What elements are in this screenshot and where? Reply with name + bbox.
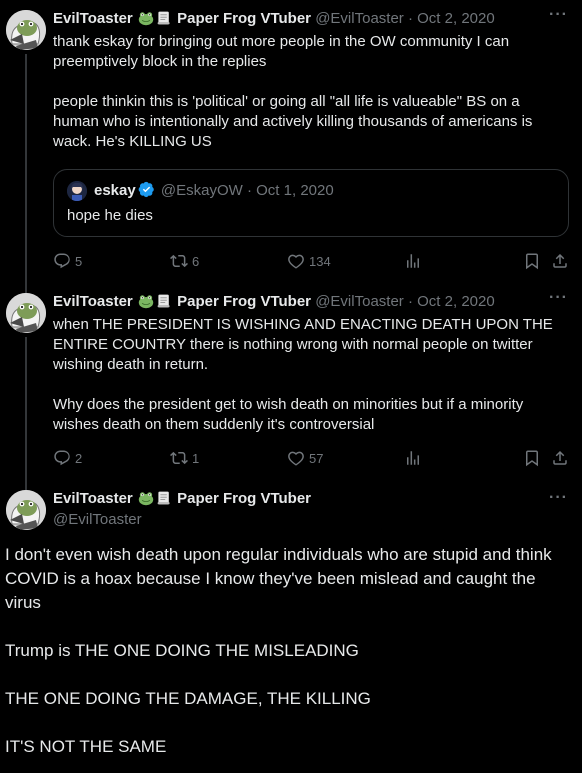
frog-emoji-icon — [138, 293, 154, 309]
bookmark-icon — [523, 252, 541, 270]
tweet-header: EvilToaster Paper Frog VTuber @EvilToast… — [53, 292, 495, 312]
like-icon — [287, 252, 305, 270]
share-icon — [551, 449, 569, 467]
tweet-text: I don't even wish death upon regular ind… — [5, 545, 552, 756]
retweet-icon — [170, 449, 188, 467]
views-icon — [404, 252, 422, 270]
tweet-text: thank eskay for bringing out more people… — [53, 33, 533, 150]
display-name[interactable]: EvilToaster — [53, 10, 133, 27]
user-handle[interactable]: @EvilToaster — [53, 510, 142, 530]
avatar[interactable] — [67, 181, 87, 201]
reply-icon — [53, 252, 71, 270]
tweet-text: when THE PRESIDENT IS WISHING AND ENACTI… — [53, 316, 553, 433]
verified-badge-icon — [138, 181, 155, 198]
views-button[interactable] — [404, 251, 422, 271]
reply-button[interactable]: 5 — [53, 251, 82, 271]
tweet-header: EvilToaster Paper Frog VTuber @EvilToast… — [53, 9, 495, 29]
avatar[interactable] — [6, 10, 46, 50]
more-icon[interactable]: ··· — [549, 6, 568, 24]
share-button[interactable] — [551, 448, 569, 468]
quote-date[interactable]: Oct 1, 2020 — [256, 182, 334, 199]
thread-line — [25, 285, 27, 293]
scroll-emoji-icon — [156, 293, 172, 309]
bookmark-icon — [523, 449, 541, 467]
quote-header: eskay @EskayOW · Oct 1, 2020 — [94, 181, 334, 201]
share-icon — [551, 252, 569, 270]
quote-display-name[interactable]: eskay — [94, 182, 136, 199]
user-handle[interactable]: @EvilToaster — [315, 10, 404, 27]
frog-emoji-icon — [138, 10, 154, 26]
retweet-count: 6 — [192, 253, 200, 269]
tweet-actions: 5 6 134 — [53, 251, 571, 271]
toaster-avatar-icon — [6, 490, 46, 530]
thread-line — [25, 54, 27, 285]
quote-text: hope he dies — [67, 207, 153, 224]
toaster-avatar-icon — [6, 10, 46, 50]
avatar[interactable] — [6, 293, 46, 333]
like-button[interactable]: 134 — [287, 251, 331, 271]
retweet-button[interactable]: 6 — [170, 251, 199, 271]
bookmark-button[interactable] — [523, 251, 541, 271]
display-name[interactable]: EvilToaster — [53, 490, 133, 507]
thread-line — [25, 337, 27, 485]
display-name-suffix[interactable]: Paper Frog VTuber — [177, 293, 311, 310]
separator: · — [407, 10, 413, 27]
avatar[interactable] — [6, 490, 46, 530]
tweet-date[interactable]: Oct 2, 2020 — [417, 10, 495, 27]
like-icon — [287, 449, 305, 467]
views-icon — [404, 449, 422, 467]
display-name-suffix[interactable]: Paper Frog VTuber — [177, 10, 311, 27]
quoted-tweet[interactable]: eskay @EskayOW · Oct 1, 2020 hope he die… — [53, 169, 569, 237]
eskay-avatar-icon — [67, 181, 87, 201]
toaster-avatar-icon — [6, 293, 46, 333]
bookmark-button[interactable] — [523, 448, 541, 468]
reply-icon — [53, 449, 71, 467]
tweet-header: EvilToaster Paper Frog VTuber — [53, 489, 311, 509]
display-name-suffix[interactable]: Paper Frog VTuber — [177, 490, 311, 507]
separator: · — [246, 182, 252, 199]
like-count: 134 — [309, 253, 331, 269]
scroll-emoji-icon — [156, 10, 172, 26]
display-name[interactable]: EvilToaster — [53, 293, 133, 310]
tweet-3-focused: EvilToaster Paper Frog VTuber @EvilToast… — [0, 485, 582, 773]
tweet-1[interactable]: EvilToaster Paper Frog VTuber @EvilToast… — [0, 0, 582, 285]
quote-user-handle[interactable]: @EskayOW — [161, 182, 243, 199]
retweet-button[interactable]: 1 — [170, 448, 199, 468]
like-button[interactable]: 57 — [287, 448, 323, 468]
scroll-emoji-icon — [156, 490, 172, 506]
tweet-date[interactable]: Oct 2, 2020 — [417, 293, 495, 310]
more-icon[interactable]: ··· — [549, 489, 568, 507]
retweet-icon — [170, 252, 188, 270]
tweet-2[interactable]: EvilToaster Paper Frog VTuber @EvilToast… — [0, 285, 582, 485]
like-count: 57 — [309, 450, 324, 466]
more-icon[interactable]: ··· — [549, 289, 568, 307]
separator: · — [407, 293, 413, 310]
views-button[interactable] — [404, 448, 422, 468]
frog-emoji-icon — [138, 490, 154, 506]
reply-count: 5 — [75, 253, 83, 269]
reply-count: 2 — [75, 450, 83, 466]
tweet-actions: 2 1 57 — [53, 448, 571, 468]
reply-button[interactable]: 2 — [53, 448, 82, 468]
retweet-count: 1 — [192, 450, 200, 466]
user-handle[interactable]: @EvilToaster — [315, 293, 404, 310]
share-button[interactable] — [551, 251, 569, 271]
